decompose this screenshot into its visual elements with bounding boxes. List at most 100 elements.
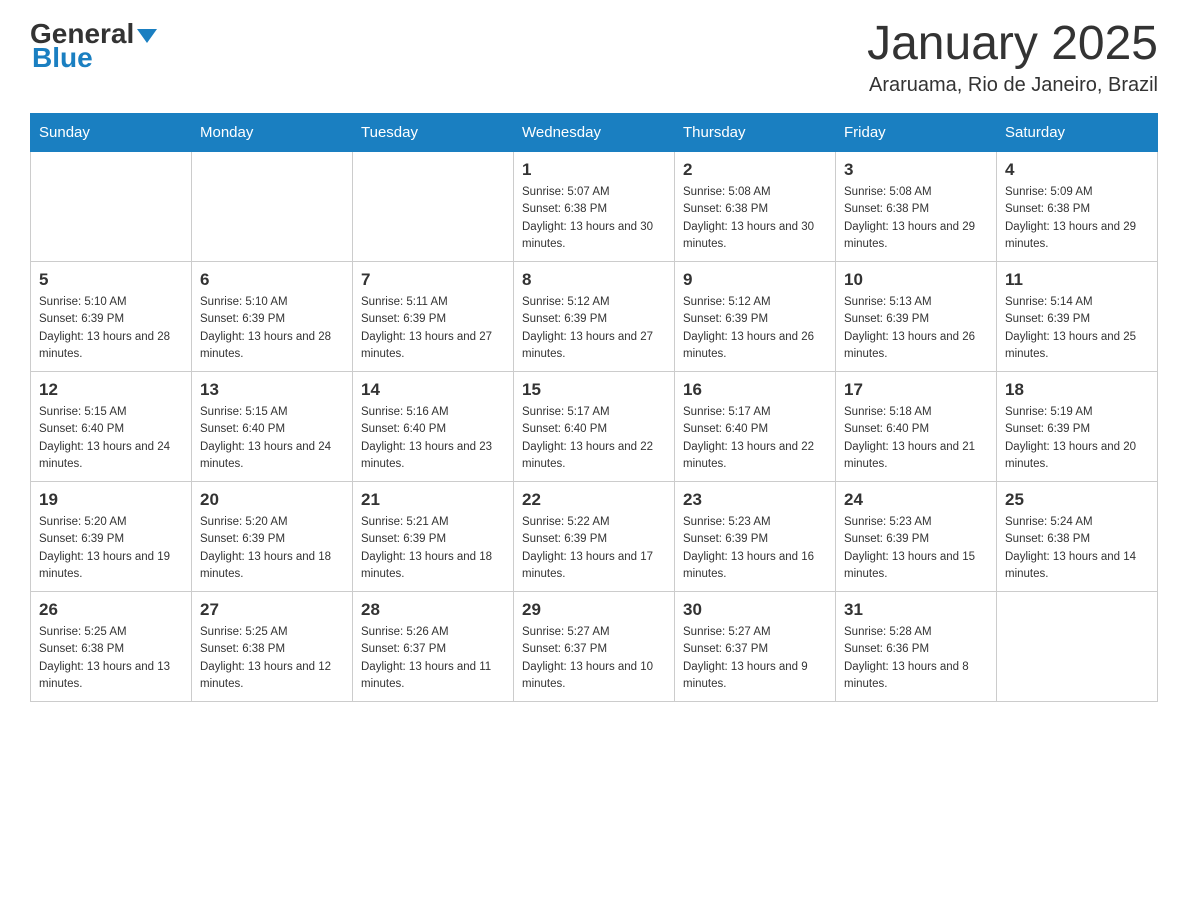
calendar-week-row: 19 Sunrise: 5:20 AMSunset: 6:39 PMDayligh… bbox=[31, 482, 1158, 592]
calendar-cell: 16Sunrise: 5:17 AMSunset: 6:40 PMDayligh… bbox=[675, 372, 836, 482]
calendar-cell: 21 Sunrise: 5:21 AMSunset: 6:39 PMDayligh… bbox=[353, 482, 514, 592]
day-number: 19 bbox=[39, 490, 183, 510]
day-number: 21 bbox=[361, 490, 505, 510]
calendar-cell: 20 Sunrise: 5:20 AMSunset: 6:39 PMDayligh… bbox=[192, 482, 353, 592]
logo-arrow-icon bbox=[137, 29, 157, 43]
calendar-cell: 25Sunrise: 5:24 AMSunset: 6:38 PMDayligh… bbox=[997, 482, 1158, 592]
day-info: Sunrise: 5:15 AMSunset: 6:40 PMDaylight:… bbox=[200, 404, 344, 473]
calendar-cell bbox=[192, 152, 353, 262]
day-info: Sunrise: 5:13 AMSunset: 6:39 PMDaylight:… bbox=[844, 294, 988, 363]
day-info: Sunrise: 5:18 AMSunset: 6:40 PMDaylight:… bbox=[844, 404, 988, 473]
calendar-cell: 6 Sunrise: 5:10 AMSunset: 6:39 PMDaylight… bbox=[192, 262, 353, 372]
day-info: Sunrise: 5:26 AMSunset: 6:37 PMDaylight:… bbox=[361, 624, 505, 693]
day-info: Sunrise: 5:10 AMSunset: 6:39 PMDaylight:… bbox=[200, 294, 344, 363]
calendar-header: SundayMondayTuesdayWednesdayThursdayFrid… bbox=[31, 114, 1158, 152]
day-info: Sunrise: 5:22 AMSunset: 6:39 PMDaylight:… bbox=[522, 514, 666, 583]
day-info: Sunrise: 5:14 AMSunset: 6:39 PMDaylight:… bbox=[1005, 294, 1149, 363]
day-number: 26 bbox=[39, 600, 183, 620]
calendar-cell: 17 Sunrise: 5:18 AMSunset: 6:40 PMDayligh… bbox=[836, 372, 997, 482]
calendar-cell: 22Sunrise: 5:22 AMSunset: 6:39 PMDayligh… bbox=[514, 482, 675, 592]
calendar-table: SundayMondayTuesdayWednesdayThursdayFrid… bbox=[30, 113, 1158, 702]
calendar-week-row: 26 Sunrise: 5:25 AMSunset: 6:38 PMDayligh… bbox=[31, 592, 1158, 702]
day-info: Sunrise: 5:11 AMSunset: 6:39 PMDaylight:… bbox=[361, 294, 505, 363]
day-info: Sunrise: 5:23 AMSunset: 6:39 PMDaylight:… bbox=[683, 514, 827, 583]
calendar-cell: 24 Sunrise: 5:23 AMSunset: 6:39 PMDayligh… bbox=[836, 482, 997, 592]
day-number: 2 bbox=[683, 160, 827, 180]
calendar-day-header: Thursday bbox=[675, 114, 836, 152]
day-number: 1 bbox=[522, 160, 666, 180]
day-info: Sunrise: 5:21 AMSunset: 6:39 PMDaylight:… bbox=[361, 514, 505, 583]
calendar-day-header: Friday bbox=[836, 114, 997, 152]
calendar-cell: 31 Sunrise: 5:28 AMSunset: 6:36 PMDayligh… bbox=[836, 592, 997, 702]
day-info: Sunrise: 5:25 AMSunset: 6:38 PMDaylight:… bbox=[39, 624, 183, 693]
day-number: 15 bbox=[522, 380, 666, 400]
calendar-cell: 2 Sunrise: 5:08 AMSunset: 6:38 PMDaylight… bbox=[675, 152, 836, 262]
calendar-cell: 5 Sunrise: 5:10 AMSunset: 6:39 PMDaylight… bbox=[31, 262, 192, 372]
calendar-cell: 18 Sunrise: 5:19 AMSunset: 6:39 PMDayligh… bbox=[997, 372, 1158, 482]
day-info: Sunrise: 5:17 AMSunset: 6:40 PMDaylight:… bbox=[683, 404, 827, 473]
page-header: General Blue January 2025 Araruama, Rio … bbox=[30, 20, 1158, 97]
day-number: 24 bbox=[844, 490, 988, 510]
day-info: Sunrise: 5:08 AMSunset: 6:38 PMDaylight:… bbox=[844, 184, 988, 253]
calendar-cell: 12Sunrise: 5:15 AMSunset: 6:40 PMDayligh… bbox=[31, 372, 192, 482]
day-number: 18 bbox=[1005, 380, 1149, 400]
calendar-cell: 15 Sunrise: 5:17 AMSunset: 6:40 PMDayligh… bbox=[514, 372, 675, 482]
calendar-cell: 23Sunrise: 5:23 AMSunset: 6:39 PMDayligh… bbox=[675, 482, 836, 592]
day-info: Sunrise: 5:28 AMSunset: 6:36 PMDaylight:… bbox=[844, 624, 988, 693]
day-number: 14 bbox=[361, 380, 505, 400]
day-number: 28 bbox=[361, 600, 505, 620]
day-number: 12 bbox=[39, 380, 183, 400]
day-info: Sunrise: 5:12 AMSunset: 6:39 PMDaylight:… bbox=[683, 294, 827, 363]
calendar-cell: 27Sunrise: 5:25 AMSunset: 6:38 PMDayligh… bbox=[192, 592, 353, 702]
calendar-cell: 14Sunrise: 5:16 AMSunset: 6:40 PMDayligh… bbox=[353, 372, 514, 482]
calendar-cell bbox=[31, 152, 192, 262]
calendar-cell: 9 Sunrise: 5:12 AMSunset: 6:39 PMDaylight… bbox=[675, 262, 836, 372]
day-info: Sunrise: 5:20 AMSunset: 6:39 PMDaylight:… bbox=[39, 514, 183, 583]
day-number: 11 bbox=[1005, 270, 1149, 290]
calendar-cell: 10Sunrise: 5:13 AMSunset: 6:39 PMDayligh… bbox=[836, 262, 997, 372]
calendar-cell: 3Sunrise: 5:08 AMSunset: 6:38 PMDaylight… bbox=[836, 152, 997, 262]
calendar-day-header: Sunday bbox=[31, 114, 192, 152]
calendar-day-header: Wednesday bbox=[514, 114, 675, 152]
day-info: Sunrise: 5:20 AMSunset: 6:39 PMDaylight:… bbox=[200, 514, 344, 583]
day-number: 5 bbox=[39, 270, 183, 290]
day-number: 8 bbox=[522, 270, 666, 290]
day-number: 13 bbox=[200, 380, 344, 400]
calendar-cell: 4 Sunrise: 5:09 AMSunset: 6:38 PMDaylight… bbox=[997, 152, 1158, 262]
calendar-cell: 28 Sunrise: 5:26 AMSunset: 6:37 PMDayligh… bbox=[353, 592, 514, 702]
calendar-cell bbox=[353, 152, 514, 262]
calendar-day-header: Monday bbox=[192, 114, 353, 152]
day-number: 9 bbox=[683, 270, 827, 290]
calendar-cell: 13 Sunrise: 5:15 AMSunset: 6:40 PMDayligh… bbox=[192, 372, 353, 482]
day-number: 6 bbox=[200, 270, 344, 290]
day-info: Sunrise: 5:19 AMSunset: 6:39 PMDaylight:… bbox=[1005, 404, 1149, 473]
day-info: Sunrise: 5:23 AMSunset: 6:39 PMDaylight:… bbox=[844, 514, 988, 583]
calendar-body: 1Sunrise: 5:07 AMSunset: 6:38 PMDaylight… bbox=[31, 152, 1158, 702]
day-number: 17 bbox=[844, 380, 988, 400]
calendar-cell: 19 Sunrise: 5:20 AMSunset: 6:39 PMDayligh… bbox=[31, 482, 192, 592]
day-number: 31 bbox=[844, 600, 988, 620]
day-number: 30 bbox=[683, 600, 827, 620]
day-info: Sunrise: 5:27 AMSunset: 6:37 PMDaylight:… bbox=[522, 624, 666, 693]
day-number: 7 bbox=[361, 270, 505, 290]
logo-blue-text: Blue bbox=[30, 44, 157, 72]
calendar-cell: 1Sunrise: 5:07 AMSunset: 6:38 PMDaylight… bbox=[514, 152, 675, 262]
day-info: Sunrise: 5:25 AMSunset: 6:38 PMDaylight:… bbox=[200, 624, 344, 693]
calendar-day-header: Saturday bbox=[997, 114, 1158, 152]
location-text: Araruama, Rio de Janeiro, Brazil bbox=[867, 74, 1158, 97]
day-number: 4 bbox=[1005, 160, 1149, 180]
calendar-cell: 8Sunrise: 5:12 AMSunset: 6:39 PMDaylight… bbox=[514, 262, 675, 372]
calendar-week-row: 1Sunrise: 5:07 AMSunset: 6:38 PMDaylight… bbox=[31, 152, 1158, 262]
day-info: Sunrise: 5:10 AMSunset: 6:39 PMDaylight:… bbox=[39, 294, 183, 363]
title-section: January 2025 Araruama, Rio de Janeiro, B… bbox=[867, 20, 1158, 97]
day-number: 20 bbox=[200, 490, 344, 510]
day-info: Sunrise: 5:08 AMSunset: 6:38 PMDaylight:… bbox=[683, 184, 827, 253]
calendar-week-row: 12 Sunrise: 5:15 AMSunset: 6:40 PMDayligh… bbox=[31, 372, 1158, 482]
day-info: Sunrise: 5:17 AMSunset: 6:40 PMDaylight:… bbox=[522, 404, 666, 473]
calendar-cell bbox=[997, 592, 1158, 702]
calendar-cell: 30 Sunrise: 5:27 AMSunset: 6:37 PMDayligh… bbox=[675, 592, 836, 702]
calendar-cell: 26 Sunrise: 5:25 AMSunset: 6:38 PMDayligh… bbox=[31, 592, 192, 702]
day-info: Sunrise: 5:27 AMSunset: 6:37 PMDaylight:… bbox=[683, 624, 827, 693]
calendar-cell: 7 Sunrise: 5:11 AMSunset: 6:39 PMDaylight… bbox=[353, 262, 514, 372]
day-info: Sunrise: 5:09 AMSunset: 6:38 PMDaylight:… bbox=[1005, 184, 1149, 253]
